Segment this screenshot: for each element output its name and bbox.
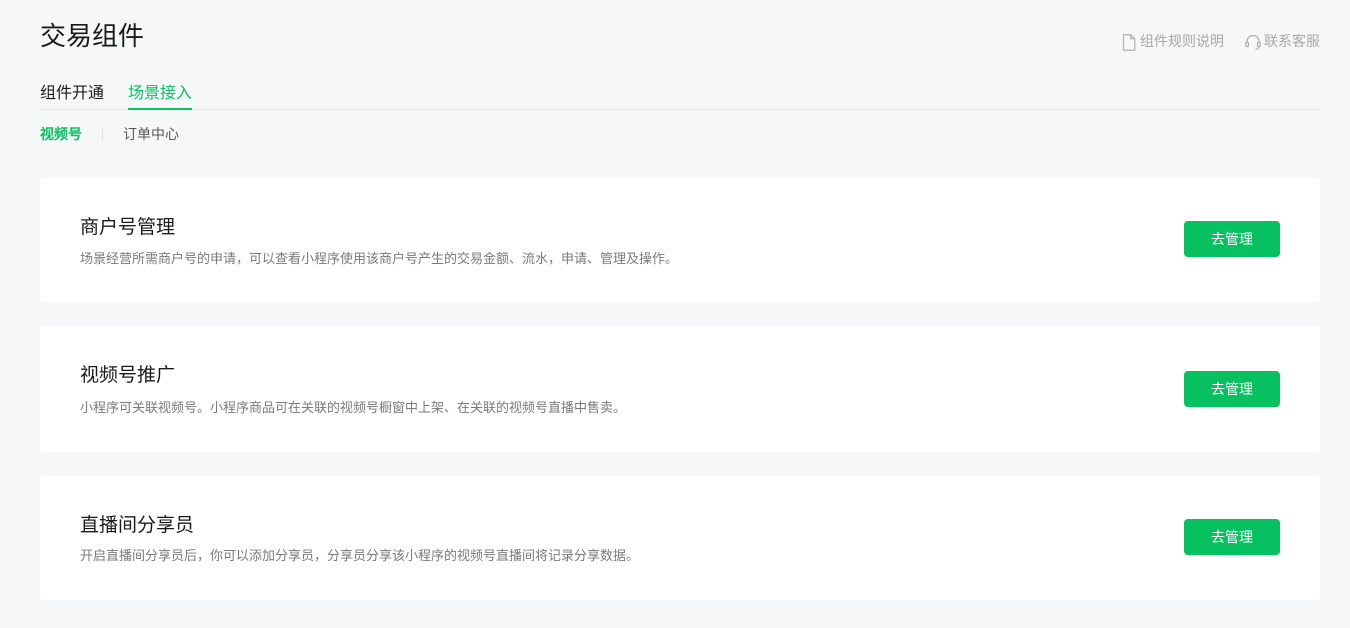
- contact-support-label: 联系客服: [1264, 34, 1320, 50]
- rules-description-label: 组件规则说明: [1140, 34, 1224, 50]
- main-tabs: 组件开通 场景接入: [40, 76, 1320, 110]
- sub-tabs: 视频号 订单中心: [40, 124, 179, 146]
- card-description: 小程序可关联视频号。小程序商品可在关联的视频号橱窗中上架、在关联的视频号直播中售…: [80, 401, 627, 416]
- rules-description-link[interactable]: 组件规则说明: [1120, 32, 1224, 52]
- manage-channels-button[interactable]: 去管理: [1184, 371, 1280, 407]
- document-icon: [1120, 32, 1138, 52]
- manage-merchant-button[interactable]: 去管理: [1184, 221, 1280, 257]
- live-sharer-card: 直播间分享员 开启直播间分享员后，你可以添加分享员，分享员分享该小程序的视频号直…: [40, 476, 1320, 600]
- card-description: 场景经营所需商户号的申请，可以查看小程序使用该商户号产生的交易金额、流水，申请、…: [80, 252, 679, 267]
- tab-component-activation[interactable]: 组件开通: [40, 76, 104, 109]
- tab-scenario-access[interactable]: 场景接入: [128, 76, 193, 110]
- manage-sharer-button[interactable]: 去管理: [1184, 519, 1280, 555]
- subtab-divider: [102, 129, 103, 141]
- card-title: 直播间分享员: [80, 514, 195, 536]
- card-title: 视频号推广: [80, 364, 176, 386]
- headset-icon: [1244, 32, 1262, 52]
- subtab-order-center[interactable]: 订单中心: [123, 124, 179, 146]
- subtab-channels[interactable]: 视频号: [40, 124, 82, 146]
- card-description: 开启直播间分享员后，你可以添加分享员，分享员分享该小程序的视频号直播间将记录分享…: [80, 549, 640, 564]
- contact-support-link[interactable]: 联系客服: [1244, 32, 1320, 52]
- header-actions: 组件规则说明 联系客服: [1120, 32, 1320, 52]
- card-title: 商户号管理: [80, 216, 176, 238]
- page-title: 交易组件: [40, 22, 145, 52]
- merchant-account-card: 商户号管理 场景经营所需商户号的申请，可以查看小程序使用该商户号产生的交易金额、…: [40, 178, 1320, 302]
- channels-promotion-card: 视频号推广 小程序可关联视频号。小程序商品可在关联的视频号橱窗中上架、在关联的视…: [40, 326, 1320, 452]
